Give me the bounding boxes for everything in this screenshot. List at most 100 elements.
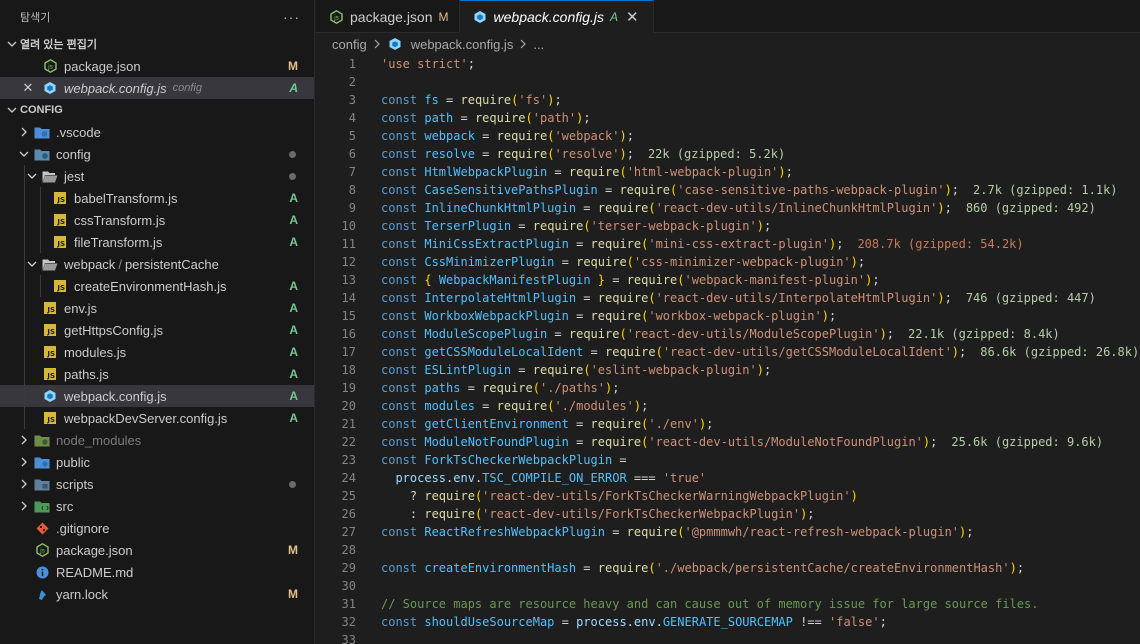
open-editor-folder: config xyxy=(172,82,202,94)
tab-package-json[interactable]: js package.json M xyxy=(316,0,460,33)
editor-tabs: js package.json M webpack.config.js A ✕ xyxy=(316,0,1140,33)
line-number: 28 xyxy=(341,543,356,557)
code-text: 'use strict'; xyxy=(381,57,475,71)
node-json-icon: js xyxy=(34,542,50,558)
line-number: 2 xyxy=(348,75,356,89)
tree-file-yarn-lock[interactable]: yarn.lock M xyxy=(0,583,314,605)
tree-file-createenvironmenthash[interactable]: JS createEnvironmentHash.js A xyxy=(0,275,314,297)
breadcrumb: config webpack.config.js ... xyxy=(316,33,1140,55)
tree-file-webpackdevserver-config[interactable]: JS webpackDevServer.config.js A xyxy=(0,407,314,429)
tree-file-webpack-config[interactable]: webpack.config.js A xyxy=(0,385,314,407)
line-number: 4 xyxy=(348,111,356,125)
close-icon[interactable]: ✕ xyxy=(20,80,36,96)
tree-label: cssTransform.js xyxy=(74,212,166,228)
line-number: 32 xyxy=(341,615,356,629)
open-editor-label: webpack.config.js xyxy=(64,80,167,96)
git-status-badge: A xyxy=(289,235,298,249)
line-number: 11 xyxy=(341,237,356,251)
open-editor-item-package-json[interactable]: js package.json M xyxy=(0,55,314,77)
code-line: 16 const ModuleScopePlugin = require('rea… xyxy=(316,325,1140,343)
node-json-icon: js xyxy=(42,58,58,74)
code-text: process.env.TSC_COMPILE_ON_ERROR === 'tr… xyxy=(395,471,707,485)
open-editors-header[interactable]: 열려 있는 편집기 xyxy=(0,33,314,55)
code-text: const { WebpackManifestPlugin } = requir… xyxy=(381,273,880,287)
breadcrumb-folder[interactable]: config xyxy=(332,37,367,52)
line-number: 21 xyxy=(341,417,356,431)
tab-label: package.json xyxy=(350,8,433,25)
breadcrumb-more[interactable]: ... xyxy=(533,37,544,52)
svg-text:js: js xyxy=(39,548,45,555)
tree-file-paths[interactable]: JS paths.js A xyxy=(0,363,314,385)
chevron-right-icon xyxy=(16,457,32,467)
code-editor[interactable]: 1 'use strict'; 2 3 const fs = require('fs… xyxy=(316,55,1140,644)
line-number: 19 xyxy=(341,381,356,395)
close-icon[interactable]: ✕ xyxy=(626,8,639,26)
line-number: 9 xyxy=(348,201,356,215)
tree-label: README.md xyxy=(56,564,134,580)
code-text: const paths = require('./paths'); xyxy=(381,381,620,395)
line-number: 15 xyxy=(341,309,356,323)
tree-file-env[interactable]: JS env.js A xyxy=(0,297,314,319)
code-text: const ModuleScopePlugin = require('react… xyxy=(381,327,1060,341)
tree-file-filetransform[interactable]: JS fileTransform.js A xyxy=(0,231,314,253)
project-header[interactable]: CONFIG xyxy=(0,99,314,121)
line-number: 8 xyxy=(348,183,356,197)
chevron-down-icon xyxy=(4,105,20,115)
tree-folder-vscode[interactable]: .vscode xyxy=(0,121,314,143)
import-size-hint: 2.7k (gzipped: 1.1k) xyxy=(973,183,1118,197)
tree-label: env.js xyxy=(64,300,97,316)
src-folder-icon xyxy=(34,498,50,514)
import-size-hint: 860 (gzipped: 492) xyxy=(965,201,1096,215)
git-icon xyxy=(34,520,50,536)
git-status-badge: M xyxy=(288,59,298,73)
webpack-icon xyxy=(472,9,488,25)
tree-file-csstransform[interactable]: JS cssTransform.js A xyxy=(0,209,314,231)
tree-label: yarn.lock xyxy=(56,586,109,602)
chevron-right-icon xyxy=(16,479,32,489)
tab-label: webpack.config.js xyxy=(493,9,605,25)
tree-folder-src[interactable]: src xyxy=(0,495,314,517)
code-text: const getClientEnvironment = require('./… xyxy=(381,417,714,431)
tree-file-readme[interactable]: README.md xyxy=(0,561,314,583)
line-number: 5 xyxy=(348,129,356,143)
chevron-down-icon xyxy=(16,149,32,159)
code-line: 2 xyxy=(316,73,1140,91)
tree-folder-public[interactable]: public xyxy=(0,451,314,473)
code-text: // Source maps are resource heavy and ca… xyxy=(356,595,1038,613)
tree-file-package-json[interactable]: js package.json M xyxy=(0,539,314,561)
scripts-folder-icon xyxy=(34,476,50,492)
tree-folder-webpack-persistentcache[interactable]: webpack / persistentCache xyxy=(0,253,314,275)
tree-folder-scripts[interactable]: scripts xyxy=(0,473,314,495)
tree-file-modules[interactable]: JS modules.js A xyxy=(0,341,314,363)
javascript-icon: JS xyxy=(52,234,68,250)
code-line: 23 const ForkTsCheckerWebpackPlugin = xyxy=(316,451,1140,469)
tree-file-babeltransform[interactable]: JS babelTransform.js A xyxy=(0,187,314,209)
breadcrumb-file[interactable]: webpack.config.js xyxy=(411,37,514,52)
chevron-right-icon xyxy=(16,501,32,511)
javascript-icon: JS xyxy=(42,410,58,426)
modified-dot xyxy=(289,150,296,158)
code-text: const resolve = require('resolve'); 22k (… xyxy=(381,147,786,161)
code-line: 13 const { WebpackManifestPlugin } = requ… xyxy=(316,271,1140,289)
tree-folder-node-modules[interactable]: node_modules xyxy=(0,429,314,451)
tree-label: config xyxy=(56,146,91,162)
open-editor-item-webpack-config[interactable]: ✕ webpack.config.js config A xyxy=(0,77,314,99)
tree-file-gethttpsconfig[interactable]: JS getHttpsConfig.js A xyxy=(0,319,314,341)
import-size-hint: 86.6k (gzipped: 26.8k) xyxy=(980,345,1140,359)
code-text: const MiniCssExtractPlugin = require('mi… xyxy=(381,237,1024,251)
tree-folder-jest[interactable]: jest xyxy=(0,165,314,187)
javascript-icon: JS xyxy=(42,344,58,360)
code-text: const path = require('path'); xyxy=(381,111,591,125)
tree-label: getHttpsConfig.js xyxy=(64,322,163,338)
tree-folder-config[interactable]: config xyxy=(0,143,314,165)
tree-label: webpackDevServer.config.js xyxy=(64,410,228,426)
more-actions-icon[interactable]: ··· xyxy=(283,9,300,25)
code-line: 4 const path = require('path'); xyxy=(316,109,1140,127)
code-line: 7 const HtmlWebpackPlugin = require('html… xyxy=(316,163,1140,181)
code-line: 14 const InterpolateHtmlPlugin = require(… xyxy=(316,289,1140,307)
import-size-hint: 25.6k (gzipped: 9.6k) xyxy=(951,435,1104,449)
line-number: 6 xyxy=(348,147,356,161)
tab-webpack-config[interactable]: webpack.config.js A ✕ xyxy=(459,0,654,33)
tree-file-gitignore[interactable]: .gitignore xyxy=(0,517,314,539)
